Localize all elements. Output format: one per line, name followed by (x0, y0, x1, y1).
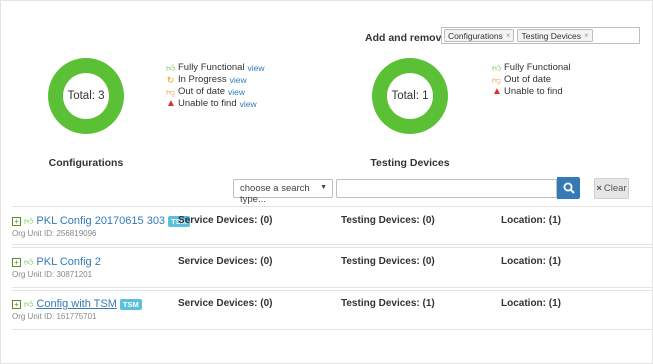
legend-view-link[interactable]: view (228, 86, 245, 98)
search-button[interactable] (557, 177, 580, 199)
legend-item: ▲ Unable to find (492, 86, 571, 98)
org-unit-id: Org Unit ID: 161775701 (12, 312, 97, 321)
table-row: + 👍︎ PKL Config 2 Org Unit ID: 30871201 … (12, 256, 653, 286)
config-link[interactable]: PKL Config 20170615 303 (36, 215, 165, 227)
legend-view-link[interactable]: view (230, 74, 247, 86)
charts-picker[interactable]: Configurations × Testing Devices × (441, 27, 640, 44)
legend-label: Unable to find (504, 86, 563, 97)
legend-label: In Progress (178, 74, 227, 85)
chip-testing-devices[interactable]: Testing Devices × (517, 29, 593, 42)
expand-icon[interactable]: + (12, 216, 21, 226)
configurations-donut[interactable]: Total: 3 (48, 58, 124, 134)
testing-devices: Testing Devices: (0) (341, 256, 435, 267)
chip-label: Configurations (448, 30, 503, 41)
thumbs-up-icon: 👍︎ (492, 63, 502, 73)
row-divider (12, 244, 653, 245)
thumbs-up-icon: 👍︎ (24, 215, 34, 226)
warning-icon: ▲ (492, 86, 502, 97)
location: Location: (1) (501, 215, 561, 226)
testing-devices: Testing Devices: (0) (341, 215, 435, 226)
service-devices: Service Devices: (0) (178, 298, 273, 309)
row-title: + 👍︎ PKL Config 20170615 303 TSM (12, 215, 190, 227)
chip-label: Testing Devices (521, 30, 582, 41)
donut-center-label: Total: 1 (387, 73, 433, 119)
table-row: + 👍︎ Config with TSM TSM Org Unit ID: 16… (12, 298, 653, 328)
location: Location: (1) (501, 298, 561, 309)
service-devices: Service Devices: (0) (178, 215, 273, 226)
testing-devices-donut[interactable]: Total: 1 (372, 58, 448, 134)
org-unit-id: Org Unit ID: 256819096 (12, 229, 97, 238)
clear-label: Clear (603, 183, 627, 194)
donut-center-label: Total: 3 (63, 73, 109, 119)
legend-view-link[interactable]: view (240, 98, 257, 110)
config-link[interactable]: Config with TSM (36, 298, 117, 310)
legend-item: 👍︎ Fully Functional (492, 62, 571, 74)
legend-label: Fully Functional (504, 62, 571, 73)
in-progress-icon: ↻ (166, 75, 175, 85)
expand-icon[interactable]: + (12, 257, 21, 267)
thumbs-down-icon: 👎︎ (166, 87, 176, 97)
search-input[interactable] (336, 179, 557, 198)
row-divider (12, 329, 653, 330)
tsm-badge: TSM (119, 298, 142, 310)
row-divider (12, 206, 653, 207)
legend-item: ▲ Unable to find view (166, 98, 265, 110)
legend-view-link[interactable]: view (248, 62, 265, 74)
clear-button[interactable]: × Clear (594, 178, 629, 199)
row-title: + 👍︎ Config with TSM TSM (12, 298, 142, 310)
legend-item: 👎︎ Out of date view (166, 86, 265, 98)
legend-item: 👍︎ Fully Functional view (166, 62, 265, 74)
service-devices: Service Devices: (0) (178, 256, 273, 267)
testing-devices-chart-title: Testing Devices (370, 157, 450, 169)
config-link[interactable]: PKL Config 2 (36, 256, 100, 268)
caret-down-icon: ▼ (320, 184, 327, 191)
search-icon (563, 182, 575, 194)
legend-label: Fully Functional (178, 62, 245, 73)
legend-label: Unable to find (178, 98, 237, 109)
location: Location: (1) (501, 256, 561, 267)
chip-remove-icon[interactable]: × (506, 31, 511, 40)
testing-devices-legend: 👍︎ Fully Functional 👎︎ Out of date ▲ Una… (492, 62, 571, 98)
legend-label: Out of date (178, 86, 226, 97)
row-divider (12, 290, 653, 291)
thumbs-up-icon: 👍︎ (24, 256, 34, 267)
thumbs-up-icon: 👍︎ (166, 63, 176, 73)
configurations-chart-title: Configurations (48, 157, 124, 169)
row-title: + 👍︎ PKL Config 2 (12, 256, 101, 268)
table-row: + 👍︎ PKL Config 20170615 303 TSM Org Uni… (12, 215, 653, 245)
testing-devices: Testing Devices: (1) (341, 298, 435, 309)
chip-remove-icon[interactable]: × (584, 31, 589, 40)
legend-label: Out of date (504, 74, 552, 85)
thumbs-up-icon: 👍︎ (24, 298, 34, 309)
org-unit-id: Org Unit ID: 30871201 (12, 270, 93, 279)
legend-item: ↻ In Progress view (166, 74, 265, 86)
search-type-select[interactable]: choose a search type... ▼ (233, 179, 333, 205)
warning-icon: ▲ (166, 98, 176, 109)
chip-configurations[interactable]: Configurations × (444, 29, 515, 42)
close-icon: × (596, 183, 602, 194)
thumbs-down-icon: 👎︎ (492, 75, 502, 85)
row-divider (12, 247, 653, 248)
legend-item: 👎︎ Out of date (492, 74, 571, 86)
expand-icon[interactable]: + (12, 299, 21, 309)
configurations-legend: 👍︎ Fully Functional view ↻ In Progress v… (166, 62, 265, 110)
row-divider (12, 287, 653, 288)
